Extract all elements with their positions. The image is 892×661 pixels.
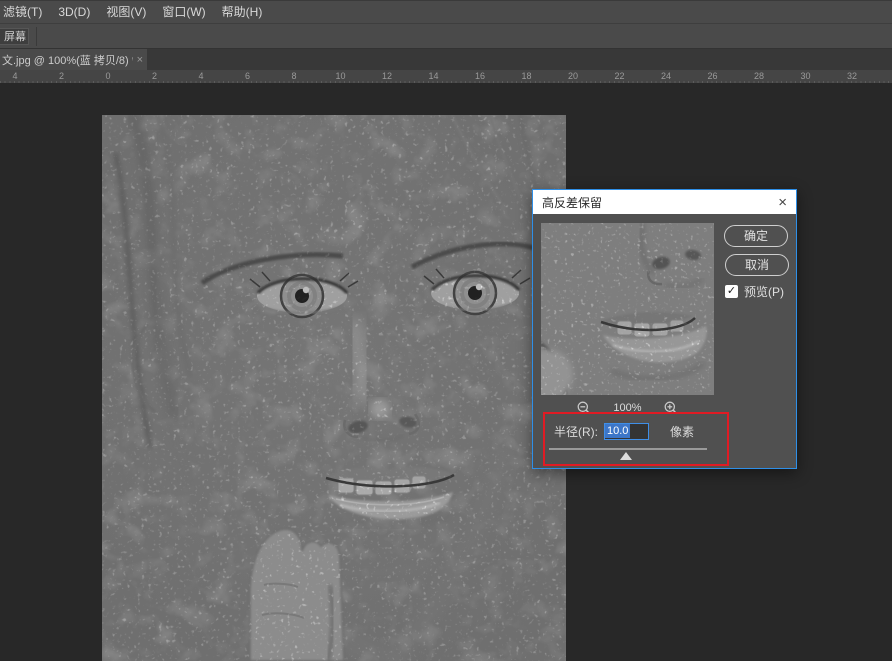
menu-item[interactable]: 视图(V) [98, 2, 154, 23]
preview-zoom-level: 100% [613, 402, 641, 414]
dialog-titlebar[interactable]: 高反差保留 × [533, 190, 796, 214]
ruler-number: 14 [428, 71, 438, 81]
dialog-body: 确定 取消 ✓ 预览(P) 100% [533, 214, 796, 468]
preview-zoom-controls: 100% [541, 400, 714, 415]
ruler-number: 18 [521, 71, 531, 81]
ruler-number: 32 [847, 71, 857, 81]
ruler-number: 16 [475, 71, 485, 81]
ruler-number: 8 [291, 71, 296, 81]
document-image [102, 115, 566, 661]
radius-input-selected-text: 10.0 [605, 424, 630, 438]
ruler-number: 4 [12, 71, 17, 81]
radius-slider-track[interactable] [549, 448, 707, 450]
filter-preview-thumbnail[interactable] [541, 223, 714, 395]
menu-item[interactable]: 滤镜(T) [0, 2, 50, 23]
tab-bar: 文.jpg @ 100%(蓝 拷贝/8) * × [0, 48, 892, 70]
radius-input[interactable]: 10.0 [604, 423, 649, 440]
tab-close-icon[interactable]: × [137, 54, 143, 66]
dialog-close-icon[interactable]: × [778, 195, 787, 210]
screen-mode-button[interactable]: 屏幕 [0, 28, 29, 45]
ruler-number: 10 [335, 71, 345, 81]
ruler-number: 26 [707, 71, 717, 81]
ruler-number: 30 [800, 71, 810, 81]
document-tab[interactable]: 文.jpg @ 100%(蓝 拷贝/8) * × [0, 49, 147, 70]
radius-row: 半径(R): 10.0 像素 [554, 422, 694, 440]
ruler-number: 12 [382, 71, 392, 81]
cancel-button[interactable]: 取消 [725, 254, 789, 276]
menu-item[interactable]: 窗口(W) [154, 2, 213, 23]
preview-checkbox-label: 预览(P) [744, 283, 784, 300]
document-tab-title: 文.jpg @ 100%(蓝 拷贝/8) * [2, 52, 133, 68]
preview-checkbox[interactable]: ✓ [725, 285, 738, 298]
menu-bar: 滤镜(T)3D(D)视图(V)窗口(W)帮助(H) [0, 0, 892, 23]
canvas-area: 高反差保留 × [0, 83, 892, 661]
ruler-number: 0 [105, 71, 110, 81]
toolbar-separator [36, 27, 37, 46]
radius-slider[interactable] [549, 448, 707, 460]
ruler-number: 4 [198, 71, 203, 81]
ok-button[interactable]: 确定 [724, 225, 788, 247]
options-toolbar: 屏幕 [0, 23, 892, 48]
ruler-number: 28 [754, 71, 764, 81]
radius-unit-label: 像素 [670, 423, 694, 440]
preview-checkbox-row: ✓ 预览(P) [725, 283, 784, 300]
radius-label: 半径(R): [554, 423, 598, 440]
ruler-number: 22 [614, 71, 624, 81]
radius-slider-thumb[interactable] [620, 452, 632, 460]
ruler-number: 2 [59, 71, 64, 81]
zoom-out-icon[interactable] [577, 401, 591, 415]
high-pass-dialog: 高反差保留 × [532, 189, 797, 469]
ruler-number: 6 [245, 71, 250, 81]
dialog-title: 高反差保留 [542, 194, 778, 211]
ruler-number: 20 [568, 71, 578, 81]
zoom-in-icon[interactable] [664, 401, 678, 415]
ruler-number: 24 [661, 71, 671, 81]
menu-item[interactable]: 3D(D) [50, 2, 98, 23]
menu-item[interactable]: 帮助(H) [214, 2, 271, 23]
ruler-number: 2 [152, 71, 157, 81]
